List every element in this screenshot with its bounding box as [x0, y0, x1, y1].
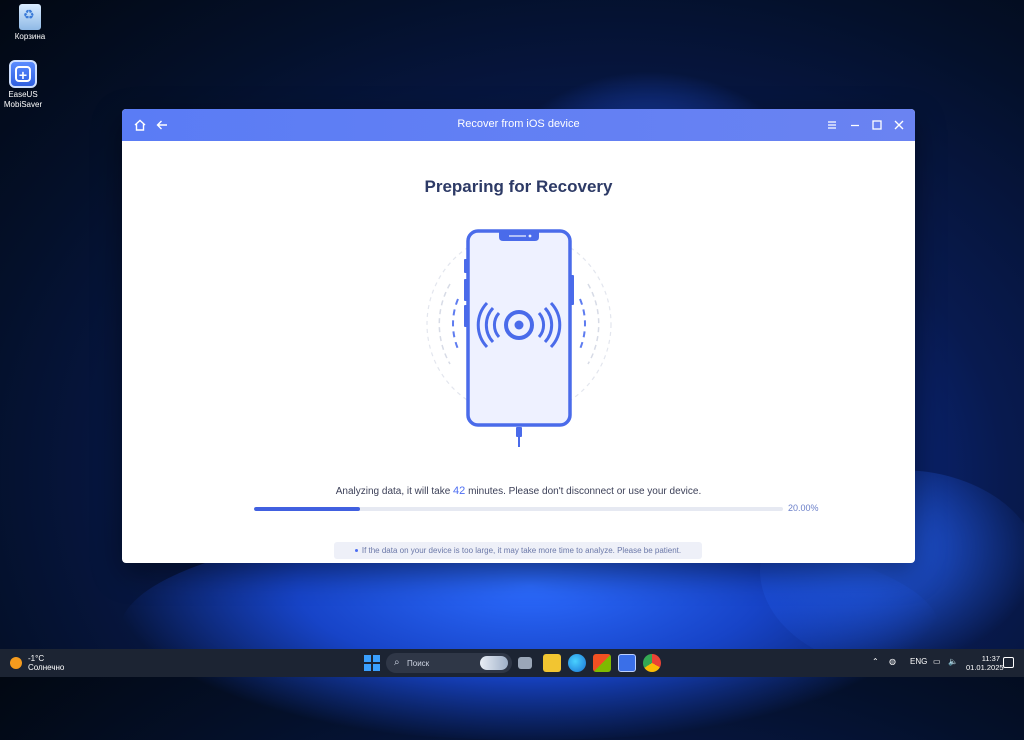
menu-icon[interactable] — [824, 117, 840, 133]
edge-browser-icon[interactable] — [568, 654, 586, 672]
volume-icon[interactable]: 🔈 — [948, 657, 958, 666]
page-title: Preparing for Recovery — [424, 177, 613, 196]
clock-date: 01.01.2025 — [966, 663, 1004, 672]
notification-icon[interactable] — [1003, 657, 1014, 668]
status-suffix: minutes. Please don't disconnect or use … — [468, 486, 702, 497]
status-prefix: Analyzing data, it will take — [335, 486, 451, 497]
desktop-icon-easeus-mobisaver[interactable]: + EaseUS MobiSaver — [0, 60, 53, 110]
weather-temp: -1°C — [28, 654, 45, 663]
language-indicator[interactable]: ENG — [910, 657, 927, 666]
bullet-dot-icon — [354, 549, 358, 553]
title-bar: Recover from iOS device — [122, 109, 915, 141]
status-message: Analyzing data, it will take 42 minutes.… — [122, 485, 915, 497]
phone-scanning-illustration — [426, 229, 612, 447]
recycle-bin-icon — [19, 4, 41, 30]
desktop-icon-recycle-bin[interactable]: Корзина — [0, 4, 60, 42]
desktop-icon-label: EaseUS MobiSaver — [3, 90, 43, 109]
window-title: Recover from iOS device — [457, 118, 580, 130]
search-icon: ⌕ — [394, 657, 400, 668]
sun-icon — [10, 657, 22, 669]
display-icon[interactable]: ▭ — [933, 657, 941, 666]
windows-start-icon[interactable] — [363, 654, 381, 672]
taskbar: -1°C Солнечно ⌕ Поиск ⌃ ◍ ENG ▭ 🔈 11:37 … — [0, 649, 1024, 677]
progress-fill — [254, 507, 360, 511]
system-clock[interactable]: 11:37 01.01.2025 — [966, 654, 1004, 672]
chrome-icon[interactable] — [643, 654, 661, 672]
chevron-up-icon[interactable]: ⌃ — [872, 657, 879, 666]
hint-banner: If the data on your device is too large,… — [334, 542, 702, 559]
app-window: Recover from iOS device Preparing for Re… — [122, 109, 915, 563]
task-view-icon[interactable] — [518, 657, 532, 669]
minimize-icon[interactable] — [847, 117, 863, 133]
maximize-icon[interactable] — [869, 117, 885, 133]
wechat-icon[interactable]: ◍ — [889, 657, 896, 666]
hint-text: If the data on your device is too large,… — [361, 546, 682, 555]
close-icon[interactable] — [891, 117, 907, 133]
easeus-taskbar-icon[interactable] — [618, 654, 636, 672]
search-highlight-art — [480, 656, 508, 670]
progress-percent: 20.00% — [788, 503, 819, 513]
search-placeholder: Поиск — [407, 659, 430, 668]
progress-bar — [254, 507, 783, 511]
weather-widget[interactable]: -1°C Солнечно — [10, 654, 64, 672]
minutes-value: 42 — [453, 485, 466, 497]
store-icon[interactable] — [593, 654, 611, 672]
easeus-app-icon: + — [9, 60, 37, 88]
desktop-icon-label: Корзина — [14, 32, 46, 41]
clock-time: 11:37 — [981, 654, 1000, 663]
weather-desc: Солнечно — [28, 663, 65, 672]
file-explorer-icon[interactable] — [543, 654, 561, 672]
taskbar-search[interactable]: ⌕ Поиск — [386, 653, 512, 673]
